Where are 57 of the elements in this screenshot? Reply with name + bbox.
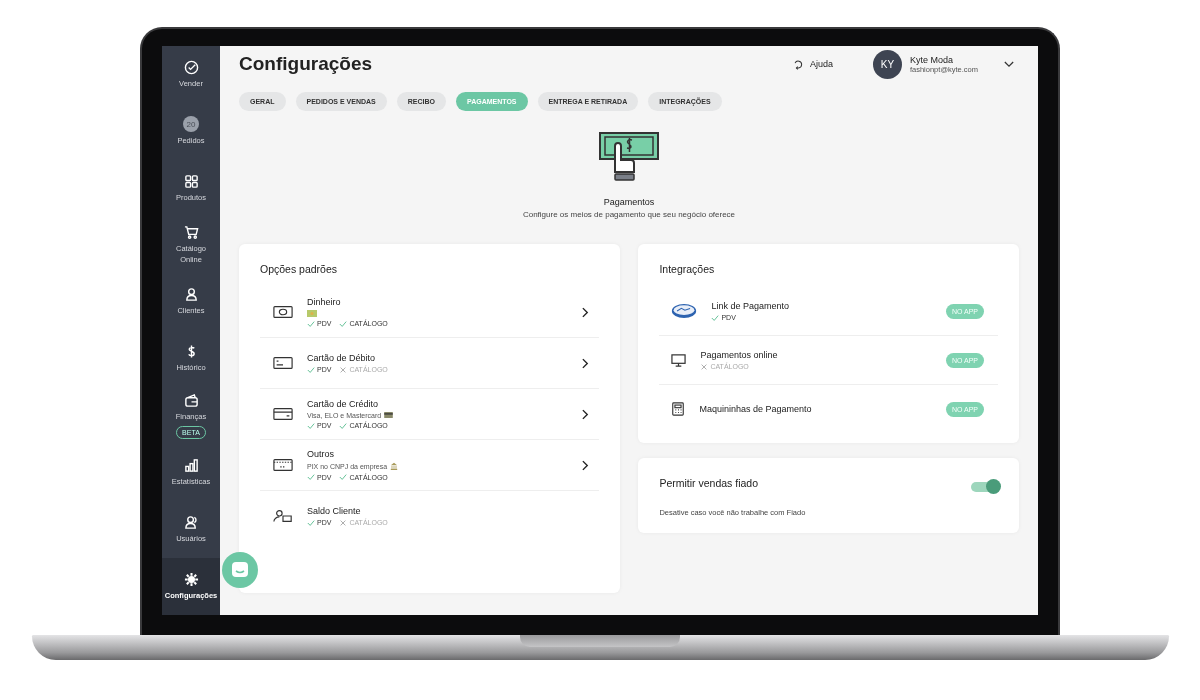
handshake-icon <box>671 303 698 319</box>
money-icon <box>307 309 317 317</box>
user-card-icon <box>273 508 293 524</box>
page-title: Configurações <box>239 53 373 75</box>
toggle-switch[interactable] <box>971 481 999 492</box>
card-icon <box>273 457 293 473</box>
calculator-icon <box>671 402 686 416</box>
integration-name: Link de Pagamento <box>711 300 790 311</box>
card-icon <box>273 406 293 422</box>
option-name: Outros <box>307 449 335 459</box>
option-name: Cartão de Crédito <box>307 398 380 409</box>
chevron-right-icon[interactable] <box>582 408 590 420</box>
option-name: Cartão de Débito <box>307 352 377 363</box>
chevron-right-icon[interactable] <box>582 357 590 369</box>
chevron-right-icon[interactable] <box>582 306 590 318</box>
check-circle-icon <box>183 59 199 75</box>
card-icon <box>384 412 394 418</box>
monitor-icon <box>671 352 687 368</box>
card-title: Opções padrões <box>260 263 339 275</box>
setting-title: Permitir vendas fiado <box>659 477 759 489</box>
help-icon <box>792 58 804 70</box>
check-icon <box>307 518 315 527</box>
cross-icon <box>700 362 709 371</box>
check-icon <box>307 365 315 374</box>
check-icon <box>307 473 315 481</box>
chevron-right-icon[interactable] <box>582 459 590 471</box>
check-icon <box>339 319 348 328</box>
chat-icon <box>230 560 250 580</box>
integration-name: Maquininhas de Pagamento <box>699 404 813 414</box>
cross-icon <box>339 518 348 527</box>
check-icon <box>711 313 720 322</box>
check-icon <box>307 421 315 430</box>
cart-icon <box>183 224 199 240</box>
person-icon <box>183 287 199 303</box>
option-name: Dinheiro <box>307 296 342 307</box>
integration-name: Pagamentos online <box>700 349 779 360</box>
user-avatar[interactable]: KY <box>872 49 902 79</box>
bank-icon <box>390 462 399 470</box>
check-icon <box>339 421 348 430</box>
chevron-down-icon[interactable] <box>1004 60 1014 68</box>
section-title: Pagamentos <box>603 197 655 207</box>
help-button[interactable]: Ajuda <box>786 57 839 71</box>
bar-chart-icon <box>183 458 199 474</box>
banknote-icon <box>273 304 293 320</box>
user-name: Kyte Moda <box>909 54 954 65</box>
card-icon <box>273 355 293 371</box>
wallet-icon <box>183 393 199 409</box>
grid-icon <box>183 173 199 189</box>
count-badge: 20 <box>183 116 199 133</box>
check-icon <box>339 473 348 481</box>
card-title: Integrações <box>659 263 716 275</box>
people-icon <box>183 515 199 531</box>
cross-icon <box>339 365 348 374</box>
check-icon <box>307 319 315 328</box>
settings-icon <box>183 572 199 587</box>
option-name: Saldo Cliente <box>307 505 362 516</box>
section-subtitle: Configure os meios de pagamento que seu negócio oferece <box>522 210 736 219</box>
